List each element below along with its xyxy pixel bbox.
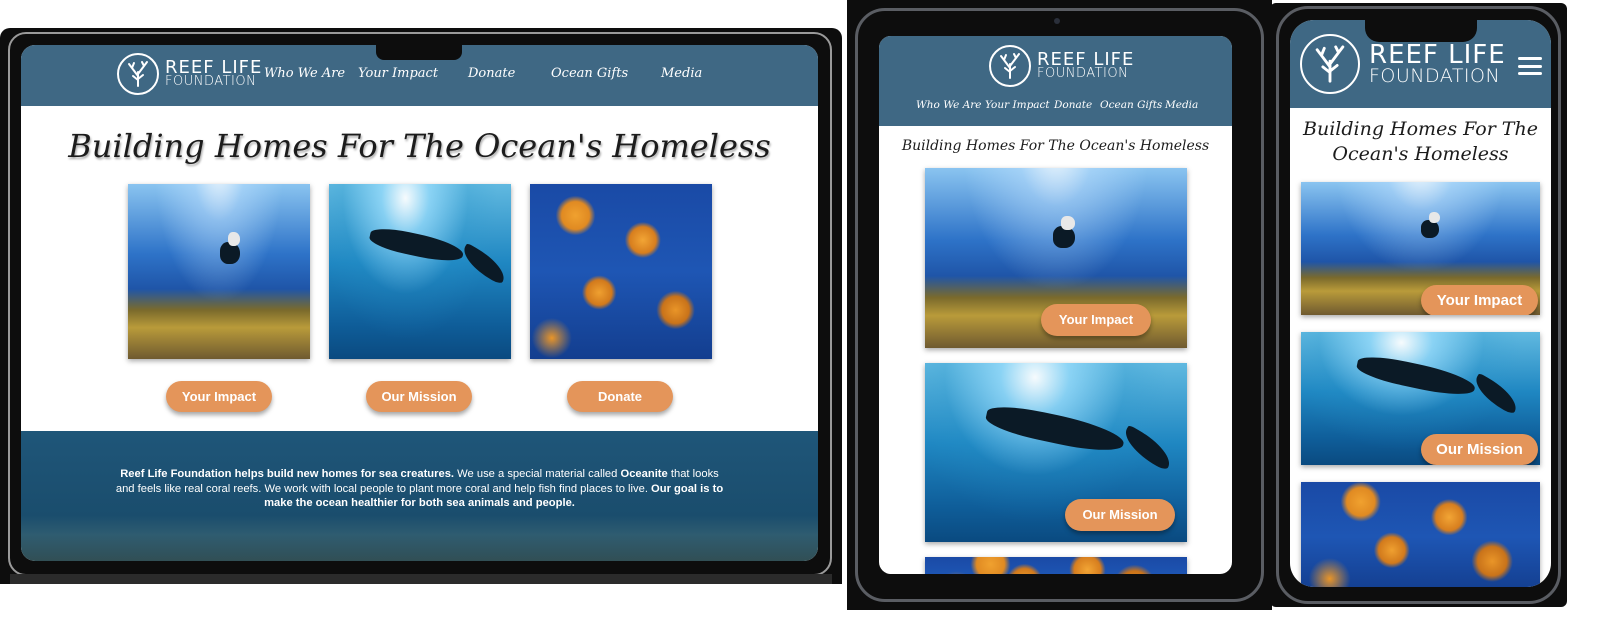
nav-ocean-gifts[interactable]: Ocean Gifts	[551, 66, 628, 81]
photo-scuba-diver: Our Mission	[925, 363, 1187, 542]
photo-scuba-diver: Our Mission	[1301, 332, 1540, 465]
brand-name-line2: FOUNDATION	[165, 74, 257, 90]
your-impact-button[interactable]: Your Impact	[1421, 285, 1538, 315]
nav-your-impact[interactable]: Your Impact	[985, 99, 1050, 111]
brand-logo[interactable]: REEF LIFE FOUNDATION	[117, 53, 262, 95]
our-mission-button[interactable]: Our Mission	[366, 381, 472, 412]
photo-reef-diver: Your Impact	[925, 168, 1187, 348]
laptop-notch	[376, 44, 462, 60]
laptop-mockup: REEF LIFE FOUNDATION Who We Are Your Imp…	[0, 28, 842, 584]
your-impact-button[interactable]: Your Impact	[1041, 304, 1151, 336]
photo-scuba-diver	[329, 184, 511, 359]
page-title: Building Homes For The Ocean's Homeless	[68, 127, 771, 165]
photo-reef-diver	[128, 184, 310, 359]
phone-mockup: REEF LIFE FOUNDATION Building Homes For …	[1270, 3, 1567, 607]
info-section: Reef Life Foundation helps build new hom…	[21, 431, 818, 561]
photo-jellyfish	[530, 184, 712, 359]
our-mission-button[interactable]: Our Mission	[1065, 499, 1175, 531]
info-text-1: We use a special material called	[454, 468, 621, 480]
nav-who-we-are[interactable]: Who We Are	[916, 99, 982, 111]
nav-your-impact[interactable]: Your Impact	[358, 66, 438, 81]
brand-name-line2: FOUNDATION	[1037, 66, 1129, 82]
brand-logo-tablet[interactable]: REEF LIFE FOUNDATION	[989, 45, 1134, 87]
hamburger-menu-icon[interactable]	[1518, 57, 1542, 75]
laptop-base	[10, 574, 832, 584]
page-title: Building Homes For The Ocean's Homeless	[901, 138, 1210, 154]
tablet-screen: REEF LIFE FOUNDATION Who We Are Your Imp…	[879, 36, 1232, 574]
nav-ocean-gifts[interactable]: Ocean Gifts	[1100, 99, 1162, 111]
tablet-navbar: REEF LIFE FOUNDATION Who We Are Your Imp…	[879, 36, 1232, 126]
coral-logo-icon	[989, 45, 1031, 87]
tablet-camera	[1054, 18, 1060, 24]
nav-donate[interactable]: Donate	[1054, 99, 1092, 111]
info-bold-2: Oceanite	[620, 468, 668, 480]
phone-screen: REEF LIFE FOUNDATION Building Homes For …	[1290, 20, 1551, 587]
coral-logo-icon	[1300, 34, 1360, 94]
your-impact-button[interactable]: Your Impact	[166, 381, 272, 412]
nav-who-we-are[interactable]: Who We Are	[264, 66, 345, 81]
brand-name-line1: REEF LIFE	[1369, 39, 1506, 70]
info-text: Reef Life Foundation helps build new hom…	[113, 467, 726, 511]
info-bold-1: Reef Life Foundation helps build new hom…	[120, 468, 455, 480]
tablet-mockup: REEF LIFE FOUNDATION Who We Are Your Imp…	[847, 0, 1272, 610]
coral-logo-icon	[117, 53, 159, 95]
page-title-line1: Building Homes For The	[1303, 118, 1538, 140]
donate-button[interactable]: Donate	[567, 381, 673, 412]
brand-name-line2: FOUNDATION	[1369, 65, 1501, 88]
photo-reef-diver: Your Impact	[1301, 182, 1540, 315]
photo-jellyfish	[1301, 482, 1540, 587]
our-mission-button[interactable]: Our Mission	[1421, 434, 1538, 465]
photo-jellyfish	[925, 557, 1187, 574]
brand-logo-phone[interactable]: REEF LIFE FOUNDATION	[1300, 34, 1506, 94]
nav-donate[interactable]: Donate	[468, 66, 515, 81]
nav-media[interactable]: Media	[1165, 99, 1198, 111]
phone-notch	[1365, 20, 1477, 42]
nav-media[interactable]: Media	[661, 66, 702, 81]
page-title-line2: Ocean's Homeless	[1332, 143, 1509, 165]
laptop-screen: REEF LIFE FOUNDATION Who We Are Your Imp…	[21, 45, 818, 561]
page-title: Building Homes For The Ocean's Homeless	[1290, 117, 1551, 167]
